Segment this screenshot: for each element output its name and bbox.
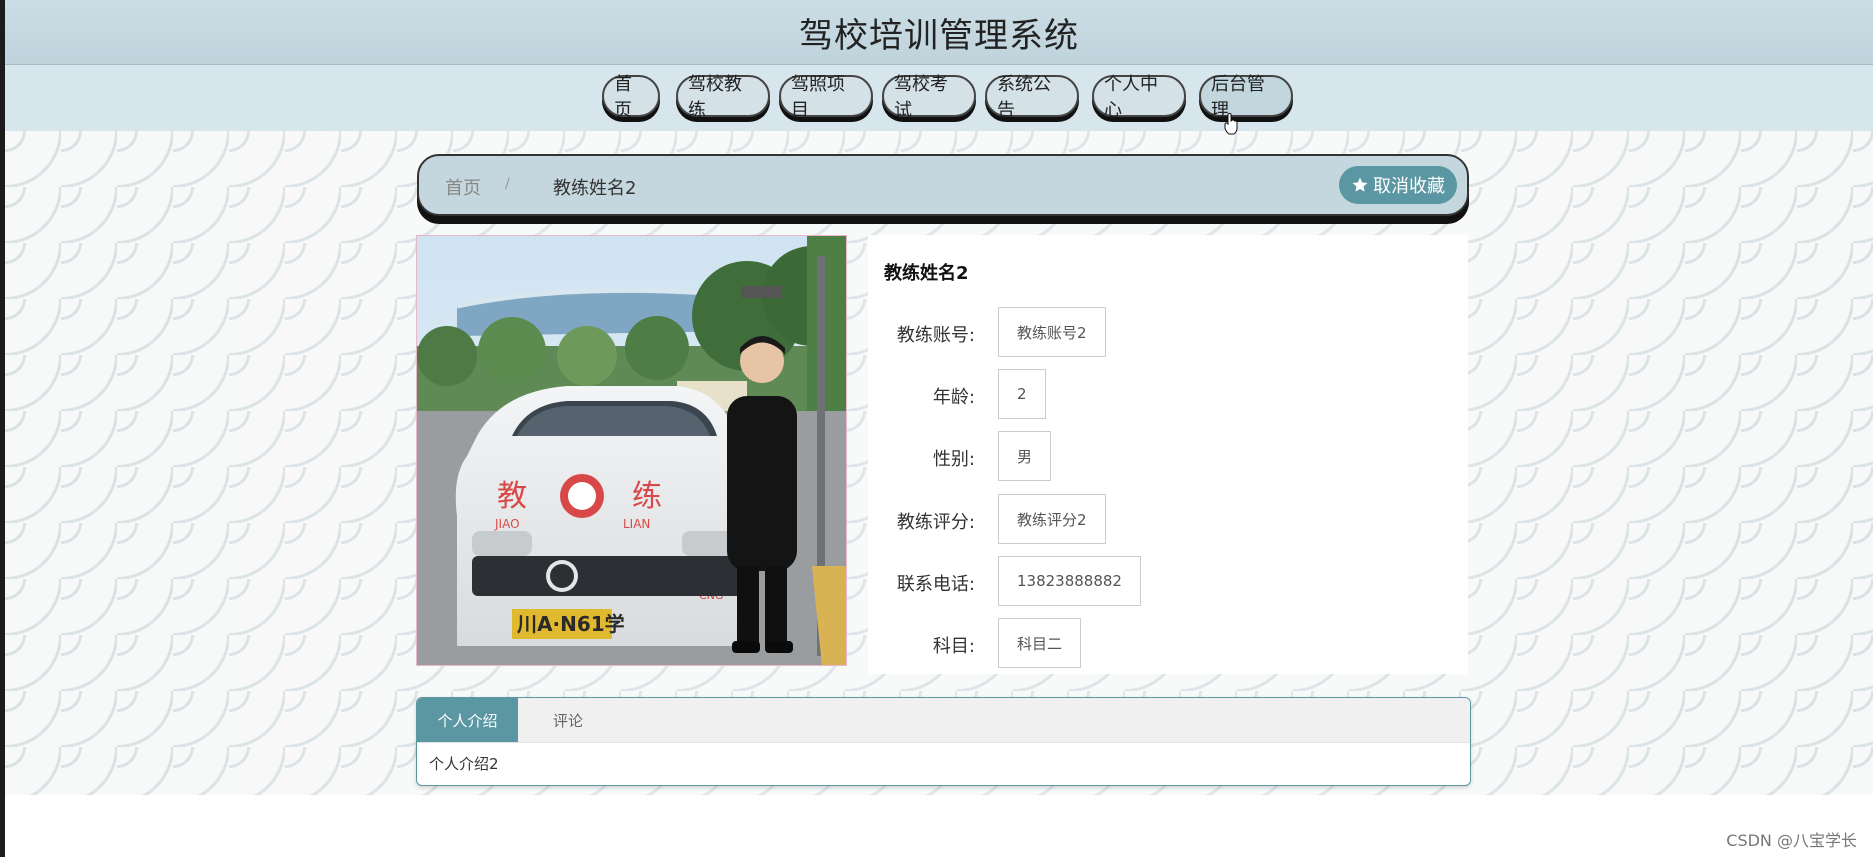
field-row-subject: 科目: 科目二 — [868, 618, 1468, 668]
field-label-age: 年龄: — [932, 387, 975, 408]
field-value-subject: 科目二 — [998, 618, 1082, 668]
car-decal-sub-left: JIAO — [494, 517, 520, 531]
field-row-account: 教练账号: 教练账号2 — [868, 307, 1468, 357]
tab-bar: 个人介绍 评论 — [417, 698, 1470, 743]
field-value-gender: 男 — [998, 431, 1052, 481]
license-plate: 川A·N61学 — [516, 612, 625, 636]
field-row-phone: 联系电话: 13823888882 — [868, 556, 1468, 606]
field-row-rating: 教练评分: 教练评分2 — [868, 494, 1468, 544]
site-header: 驾校培训管理系统 — [5, 0, 1873, 65]
field-label-phone: 联系电话: — [896, 574, 975, 595]
watermark: CSDN @八宝学长 — [1726, 831, 1857, 850]
field-label-rating: 教练评分: — [896, 512, 975, 533]
field-row-age: 年龄: 2 — [868, 369, 1468, 419]
tab-comments[interactable]: 评论 — [518, 698, 618, 742]
unfavorite-button[interactable]: 取消收藏 — [1339, 166, 1457, 204]
field-value-account: 教练账号2 — [998, 307, 1106, 357]
page: 驾校培训管理系统 首页 驾校教练 驾照项目 驾校考试 系统公告 个人中心 后台管… — [0, 0, 1873, 857]
detail-tabs: 个人介绍 评论 个人介绍2 — [416, 697, 1471, 786]
breadcrumb-home-link[interactable]: 首页 — [445, 174, 481, 200]
coach-photo-image: 教 练 JIAO LIAN CNG 川A·N61学 — [417, 236, 846, 665]
tab-introduction[interactable]: 个人介绍 — [417, 698, 518, 742]
field-label-gender: 性别: — [932, 449, 975, 470]
car-decal-sub-right: LIAN — [623, 517, 650, 531]
nav-item-admin[interactable]: 后台管理 — [1199, 74, 1293, 121]
nav-item-announcements[interactable]: 系统公告 — [985, 74, 1079, 121]
breadcrumb: 首页 / 教练姓名2 取消收藏 — [417, 154, 1469, 216]
coach-photo: 教 练 JIAO LIAN CNG 川A·N61学 — [416, 235, 847, 666]
nav-item-coaches[interactable]: 驾校教练 — [676, 74, 770, 121]
field-label-subject: 科目: — [932, 636, 975, 657]
main-nav: 首页 驾校教练 驾照项目 驾校考试 系统公告 个人中心 后台管理 — [5, 65, 1873, 131]
nav-item-license-programs[interactable]: 驾照项目 — [779, 74, 873, 121]
coach-name: 教练姓名2 — [884, 263, 969, 284]
field-row-gender: 性别: 男 — [868, 431, 1468, 481]
star-icon — [1352, 177, 1368, 192]
breadcrumb-separator: / — [505, 176, 510, 192]
breadcrumb-current: 教练姓名2 — [553, 178, 637, 199]
field-value-rating: 教练评分2 — [998, 494, 1106, 544]
site-title: 驾校培训管理系统 — [799, 16, 1079, 56]
tab-content: 个人介绍2 — [429, 755, 499, 773]
car-decal-right: 练 — [632, 479, 662, 514]
field-value-age: 2 — [998, 369, 1046, 419]
nav-item-exams[interactable]: 驾校考试 — [882, 74, 976, 121]
unfavorite-button-label: 取消收藏 — [1373, 176, 1445, 197]
field-value-phone: 13823888882 — [998, 556, 1141, 606]
car-decal-left: 教 — [497, 479, 527, 514]
field-label-account: 教练账号: — [896, 325, 975, 346]
nav-item-profile[interactable]: 个人中心 — [1092, 74, 1186, 121]
nav-item-home[interactable]: 首页 — [602, 74, 660, 121]
hand-cursor-icon — [1224, 113, 1238, 135]
coach-detail-panel: 教练姓名2 教练账号: 教练账号2 年龄: 2 性别: 男 教练评分: 教练评分… — [868, 235, 1468, 674]
